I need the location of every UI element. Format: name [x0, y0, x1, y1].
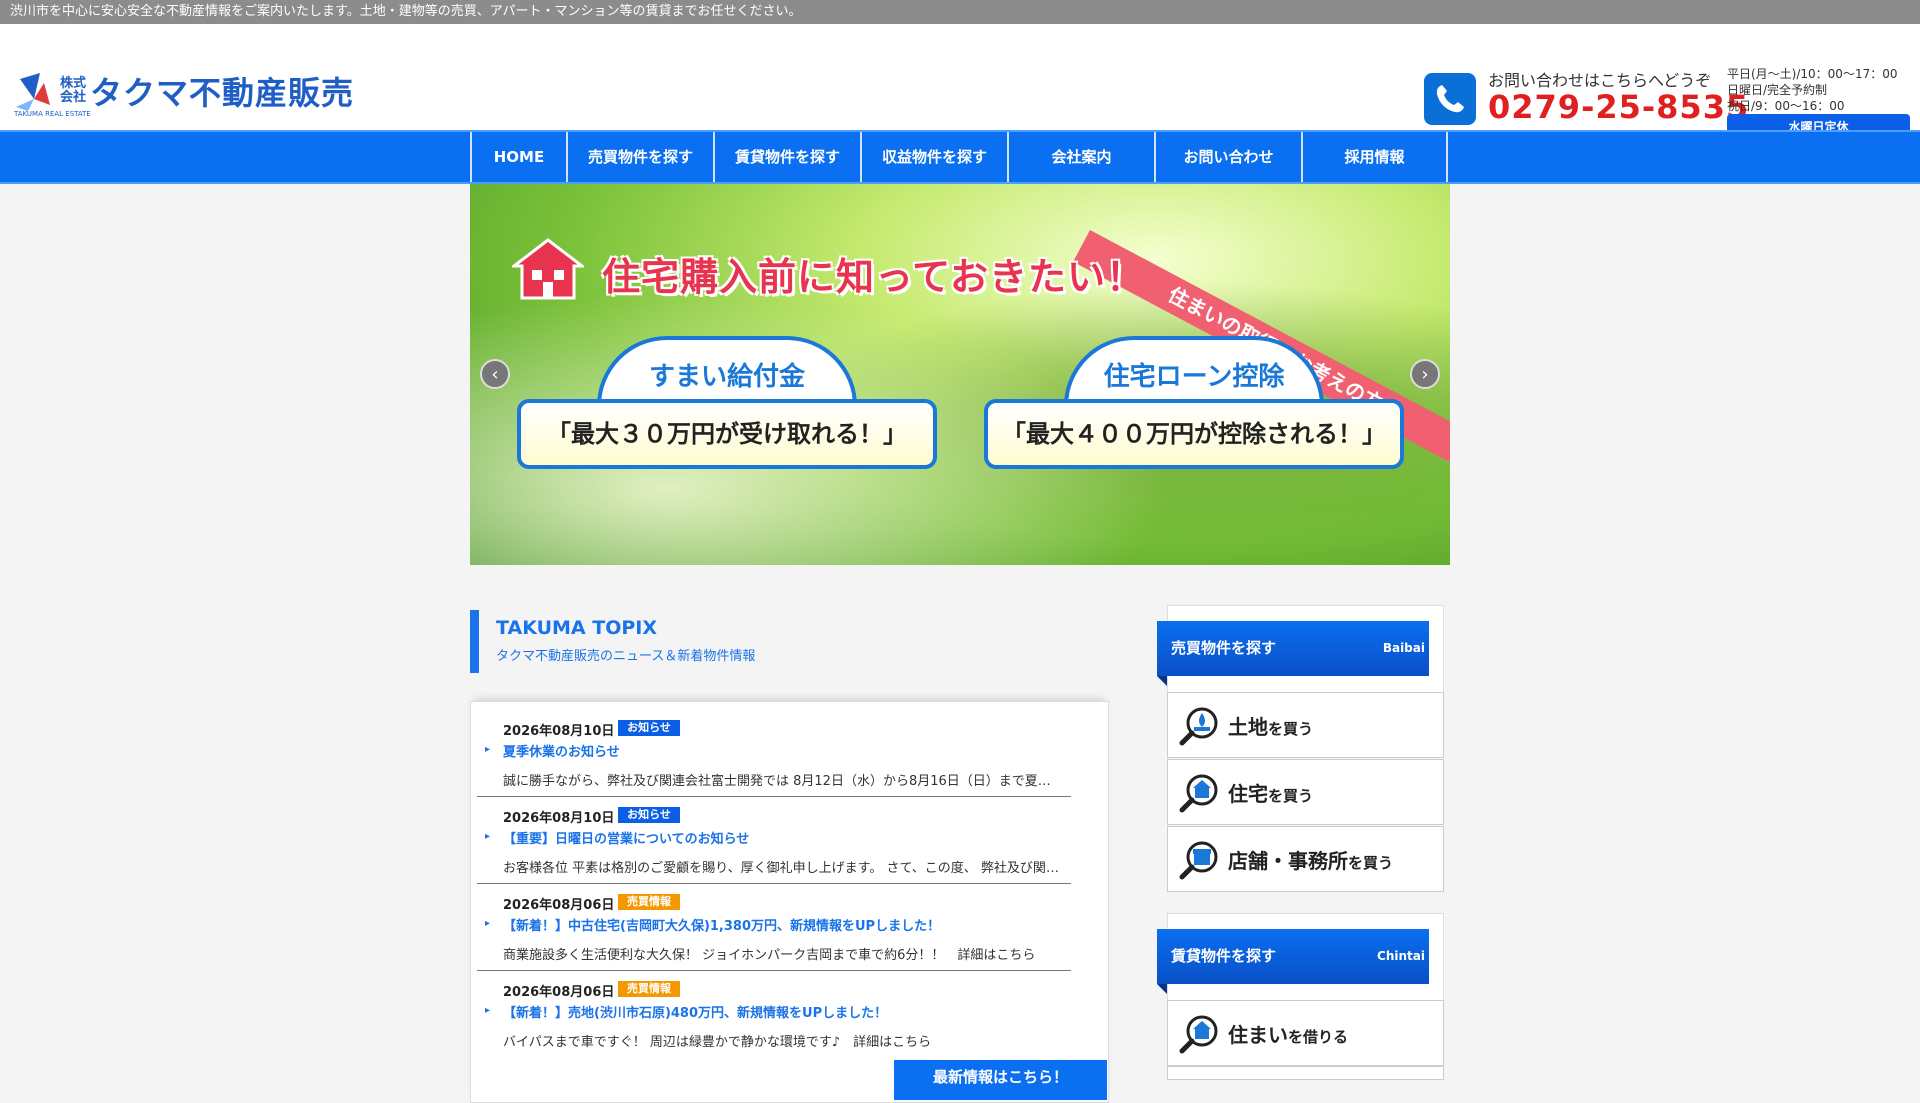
news-category-badge: 売買情報: [618, 894, 680, 910]
bullet-icon: ▸: [485, 1005, 491, 1016]
news-item: 2026年08月10日 お知らせ ▸ 夏季休業のお知らせ 誠に勝手ながら、弊社及…: [477, 710, 1071, 797]
news-title-link[interactable]: 夏季休業のお知らせ: [503, 741, 620, 760]
bubble1-title-tab: すまい給付金: [597, 336, 857, 406]
news-date: 2026年08月06日: [503, 985, 615, 1000]
hero-slider[interactable]: 住まいの取得をお考えの方へ 住宅購入前に知っておきたい！ すまい給付金 「最大３…: [470, 184, 1450, 565]
news-item: 2026年08月06日 売買情報 ▸ 【新着！】中古住宅(吉岡町大久保)1,38…: [477, 884, 1071, 971]
news-item: 2026年08月10日 お知らせ ▸ 【重要】日曜日の営業についてのお知らせ お…: [477, 797, 1071, 884]
news-excerpt: 商業施設多く生活便利な大久保！ ジョイホンパーク吉岡まで車で約6分！！ 詳細はこ…: [503, 948, 1036, 963]
bubble1-box: 「最大３０万円が受け取れる！」: [517, 399, 937, 469]
news-category-badge: 売買情報: [618, 981, 680, 997]
news-item: 2026年08月06日 売買情報 ▸ 【新着！】売地(渋川市石原)480万円、新…: [477, 971, 1071, 1057]
bullet-icon: ▸: [485, 918, 491, 929]
top-info-text: 渋川市を中心に安心安全な不動産情報をご案内いたします。土地・建物等の売買、アパー…: [10, 4, 802, 19]
nav-contact[interactable]: お問い合わせ: [1154, 132, 1301, 182]
search-store-icon: [1179, 841, 1218, 880]
sidebar-rent-title: 賃貸物件を探す: [1171, 947, 1277, 965]
bullet-icon: ▸: [485, 831, 491, 842]
sidebar-rent-next[interactable]: [1167, 1066, 1444, 1080]
logo-mark-icon: [16, 73, 50, 111]
contact-phone-number[interactable]: 0279-25-8535: [1488, 88, 1749, 126]
phone-icon: [1424, 73, 1476, 125]
hours-holiday: 祝日/9：00～16：00: [1727, 99, 1845, 113]
bubble1-title: すまい給付金: [648, 362, 805, 392]
search-house-icon: [1179, 774, 1218, 813]
sidebar-buy-house-label: 住宅を買う: [1228, 782, 1314, 806]
news-excerpt: バイパスまで車ですぐ！ 周辺は緑豊かで静かな環境です♪ 詳細はこちら: [503, 1035, 932, 1050]
news-date: 2026年08月06日: [503, 898, 615, 913]
sidebar-rent-header: 賃貸物件を探す Chintai: [1157, 929, 1429, 994]
logo-kabushiki: 株式 会社: [60, 76, 87, 105]
nav-rent[interactable]: 賃貸物件を探す: [713, 132, 860, 182]
bubble2-title-tab: 住宅ローン控除: [1064, 336, 1324, 406]
nav-buy[interactable]: 売買物件を探す: [566, 132, 713, 182]
bubble1-body: 「最大３０万円が受け取れる！」: [547, 420, 907, 448]
hours-weekday: 平日(月～土)/10：00～17：00: [1727, 67, 1898, 81]
search-home-icon: [1179, 1015, 1218, 1054]
news-list: 2026年08月10日 お知らせ ▸ 夏季休業のお知らせ 誠に勝手ながら、弊社及…: [470, 701, 1109, 1103]
sidebar-rent-en: Chintai: [1377, 949, 1425, 963]
nav-investment[interactable]: 収益物件を探す: [860, 132, 1007, 182]
news-excerpt: お客様各位 平素は格別のご愛顧を賜り、厚く御礼申し上げます。 さて、この度、 弊…: [503, 861, 1063, 876]
sidebar-rent-home-label: 住まいを借りる: [1228, 1023, 1349, 1047]
nav-home[interactable]: HOME: [470, 132, 566, 182]
sidebar-buy-title: 売買物件を探す: [1171, 639, 1277, 657]
slider-prev-button[interactable]: ‹: [480, 359, 510, 389]
sidebar-buy-land-label: 土地を買う: [1228, 715, 1314, 739]
logo-subtext: TAKUMA REAL ESTATE: [14, 110, 91, 118]
topix-title: TAKUMA TOPIX: [496, 617, 657, 639]
news-category-badge: お知らせ: [618, 720, 680, 736]
sidebar-buy-header: 売買物件を探す Baibai: [1157, 621, 1429, 686]
nav-recruit[interactable]: 採用情報: [1301, 132, 1448, 182]
sidebar-buy-land[interactable]: 土地を買う: [1167, 692, 1444, 758]
sidebar-buy-en: Baibai: [1382, 641, 1425, 655]
news-title-link[interactable]: 【重要】日曜日の営業についてのお知らせ: [503, 828, 749, 847]
nav-company[interactable]: 会社案内: [1007, 132, 1154, 182]
news-date: 2026年08月10日: [503, 811, 615, 826]
bullet-icon: ▸: [485, 744, 491, 755]
bubble2-body: 「最大４００万円が控除される！」: [1002, 420, 1386, 448]
sidebar-buy-store[interactable]: 店舗・事務所を買う: [1167, 826, 1444, 892]
news-date: 2026年08月10日: [503, 724, 615, 739]
topix-subtitle: タクマ不動産販売のニュース＆新着物件情報: [496, 649, 756, 664]
business-hours: 平日(月～土)/10：00～17：00 日曜日/完全予約制 祝日/9：00～16…: [1727, 66, 1898, 114]
hours-sunday: 日曜日/完全予約制: [1727, 83, 1828, 97]
logo-company-name: タクマ不動産販売: [90, 74, 355, 112]
news-title-link[interactable]: 【新着！】中古住宅(吉岡町大久保)1,380万円、新規情報をUPしました！: [503, 915, 940, 934]
sidebar-buy-house[interactable]: 住宅を買う: [1167, 759, 1444, 825]
top-info-bar: 渋川市を中心に安心安全な不動産情報をご案内いたします。土地・建物等の売買、アパー…: [0, 0, 1920, 24]
bubble2-title: 住宅ローン控除: [1103, 362, 1285, 392]
sidebar-buy-store-label: 店舗・事務所を買う: [1228, 849, 1394, 873]
site-logo[interactable]: 株式 会社 タクマ不動産販売 TAKUMA REAL ESTATE: [14, 68, 355, 118]
main-nav: HOME 売買物件を探す 賃貸物件を探す 収益物件を探す 会社案内 お問い合わせ…: [0, 130, 1920, 184]
topix-accent-bar: [470, 610, 479, 673]
sidebar-rent-home[interactable]: 住まいを借りる: [1167, 1000, 1444, 1066]
news-title-link[interactable]: 【新着！】売地(渋川市石原)480万円、新規情報をUPしました！: [503, 1002, 887, 1021]
search-land-icon: [1179, 707, 1218, 746]
site-header: 株式 会社 タクマ不動産販売 TAKUMA REAL ESTATE お問い合わせ…: [0, 24, 1920, 140]
news-excerpt: 誠に勝手ながら、弊社及び関連会社富士開発では 8月12日（水）から8月16日（日…: [503, 774, 1063, 789]
more-news-button[interactable]: 最新情報はこちら！: [894, 1060, 1107, 1100]
bubble2-box: 「最大４００万円が控除される！」: [984, 399, 1404, 469]
news-category-badge: お知らせ: [618, 807, 680, 823]
house-icon: [512, 238, 584, 300]
slider-next-button[interactable]: ›: [1410, 359, 1440, 389]
hero-title: 住宅購入前に知っておきたい！: [602, 255, 1145, 299]
